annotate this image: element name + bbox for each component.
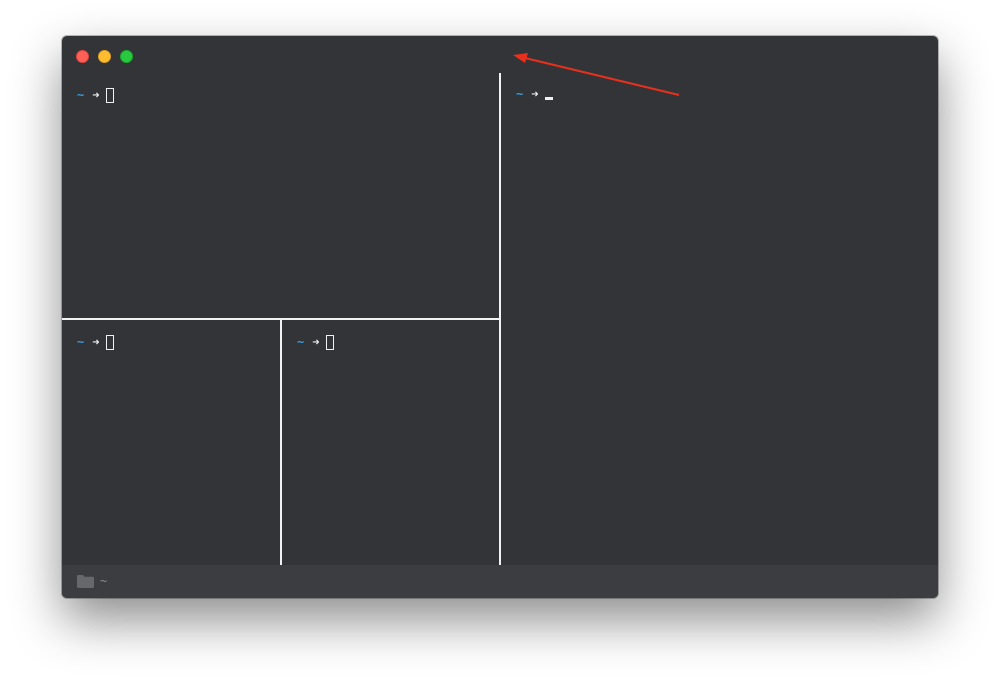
pane-divider-vertical[interactable] (499, 73, 501, 565)
close-button[interactable] (76, 50, 89, 63)
pane-bottom-middle[interactable]: ~ ➜ (282, 320, 499, 565)
pane-right-active[interactable]: ~ ➜ (501, 73, 938, 565)
pane-bottom-left[interactable]: ~ ➜ (62, 320, 280, 565)
shell-prompt: ~ ➜ (77, 87, 115, 103)
text-cursor-active (545, 97, 554, 100)
text-cursor (106, 334, 115, 350)
text-cursor (106, 87, 115, 103)
minimize-button[interactable] (98, 50, 111, 63)
shell-prompt: ~ ➜ (77, 334, 115, 350)
prompt-directory: ~ (297, 335, 305, 349)
prompt-arrow-icon: ➜ (531, 87, 539, 101)
shell-prompt: ~ ➜ (297, 334, 335, 350)
zoom-button[interactable] (120, 50, 133, 63)
text-cursor (326, 334, 335, 350)
pane-top-left[interactable]: ~ ➜ (62, 73, 499, 318)
prompt-arrow-icon: ➜ (92, 335, 100, 349)
shell-prompt: ~ ➜ (516, 86, 554, 102)
prompt-directory: ~ (516, 87, 524, 101)
prompt-directory: ~ (77, 88, 85, 102)
prompt-arrow-icon: ➜ (312, 335, 320, 349)
terminal-window: ~ ➜ ~ ➜ ~ ➜ ~ ➜ ~ (62, 36, 938, 598)
prompt-arrow-icon: ➜ (92, 88, 100, 102)
prompt-directory: ~ (77, 335, 85, 349)
status-path: ~ (100, 574, 108, 588)
pane-divider-vertical-bottom[interactable] (280, 320, 282, 565)
status-bar: ~ (62, 565, 938, 598)
folder-icon (77, 575, 94, 588)
